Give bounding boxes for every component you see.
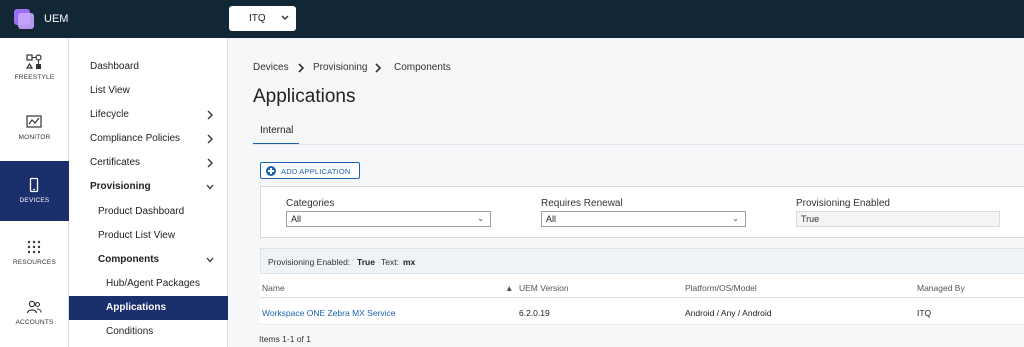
chevron-down-icon: ⌄ [732,214,739,223]
sort-ascending-icon[interactable]: ▲ [505,283,513,293]
rail-item-label: ACCOUNTS [15,319,54,326]
chevron-down-icon [281,15,289,20]
main-content: Devices Provisioning Components Applicat… [228,38,1024,347]
page-title: Applications [253,86,356,107]
rail-item-label: RESOURCES [13,259,56,266]
app-name: UEM [44,13,69,25]
chevron-down-icon: ⌄ [477,214,484,223]
chevron-right-icon [207,134,213,144]
breadcrumb-devices[interactable]: Devices [253,62,289,73]
requires-renewal-filter-label: Requires Renewal [541,198,623,209]
categories-select-value: All [291,214,302,224]
filter-summary-value: mx [403,257,416,267]
categories-filter-label: Categories [286,198,335,209]
resources-icon [27,240,41,254]
nav-item-list-view[interactable]: List View [69,79,228,103]
nav-item-label: Applications [106,302,167,313]
nav-item-lifecycle[interactable]: Lifecycle [69,103,228,127]
freestyle-icon [26,54,42,69]
nav-item-hub-agent-packages[interactable]: Hub/Agent Packages [69,272,228,296]
chevron-right-icon [298,63,305,73]
organization-group-select[interactable]: ITQ [229,6,296,31]
filter-summary-value: True [357,257,375,267]
nav-item-compliance-policies[interactable]: Compliance Policies [69,127,228,151]
nav-item-label: Hub/Agent Packages [106,278,200,289]
active-filter-summary: Provisioning Enabled: True Text: mx [260,248,1024,274]
tab-internal[interactable]: Internal [253,123,299,145]
applications-grid: Name ▲ UEM Version Platform/OS/Model Man… [260,274,1024,326]
nav-item-label: List View [90,85,130,96]
nav-item-label: Components [98,254,160,265]
chevron-right-icon [207,110,213,120]
secondary-nav: Dashboard List View Lifecycle Compliance… [69,38,228,347]
nav-item-components[interactable]: Components [69,248,228,272]
breadcrumb-provisioning[interactable]: Provisioning [313,62,367,73]
nav-item-label: Product Dashboard [98,206,185,217]
nav-item-label: Compliance Policies [90,133,181,144]
nav-item-label: Lifecycle [90,109,129,120]
nav-item-label: Certificates [90,157,141,168]
add-application-label: ADD APPLICATION [281,166,351,176]
rail-item-label: FREESTYLE [14,74,55,81]
add-application-button[interactable]: ADD APPLICATION [260,162,360,179]
nav-item-label: Product List View [98,230,176,241]
items-count: Items 1-1 of 1 [259,334,311,344]
provisioning-enabled-value: True [801,214,820,224]
rail-item-label: DEVICES [19,197,50,204]
devices-icon [29,177,39,193]
chevron-down-icon [206,257,214,263]
application-name-link[interactable]: Workspace ONE Zebra MX Service [262,308,396,318]
chevron-right-icon [207,158,213,168]
categories-select[interactable]: All ⌄ [286,211,491,227]
uem-version-cell: 6.2.0.19 [519,308,550,318]
column-header-platform[interactable]: Platform/OS/Model [685,283,757,293]
breadcrumb-components[interactable]: Components [394,62,451,73]
filter-panel: Categories All ⌄ Requires Renewal All ⌄ … [260,186,1024,238]
nav-item-label: Conditions [106,326,154,337]
rail-item-devices[interactable]: DEVICES [0,161,69,221]
filter-summary-key: Text: [381,257,399,267]
filter-summary-key: Provisioning Enabled: [268,257,351,267]
nav-item-label: Dashboard [90,61,139,72]
rail-item-freestyle[interactable]: FREESTYLE [0,38,69,98]
table-row: Workspace ONE Zebra MX Service 6.2.0.19 … [260,299,1024,325]
nav-item-provisioning[interactable]: Provisioning [69,175,228,199]
requires-renewal-select-value: All [546,214,557,224]
monitor-icon [26,115,42,128]
tab-label: Internal [260,125,294,136]
provisioning-enabled-filter-label: Provisioning Enabled [796,198,890,209]
primary-nav-rail: FREESTYLE MONITOR DEVICES RESOURCES ACCO… [0,38,69,347]
nav-item-label: Provisioning [90,181,151,192]
nav-item-applications[interactable]: Applications [69,296,228,320]
rail-item-resources[interactable]: RESOURCES [0,223,69,283]
provisioning-enabled-field: True [796,211,1000,227]
organization-group-value: ITQ [249,13,266,24]
nav-item-conditions[interactable]: Conditions [69,320,228,344]
tabs-divider [253,144,1024,145]
plus-circle-icon [266,166,276,176]
managed-by-cell: ITQ [917,308,932,318]
platform-cell: Android / Any / Android [685,308,772,318]
nav-item-dashboard[interactable]: Dashboard [69,55,228,79]
requires-renewal-select[interactable]: All ⌄ [541,211,746,227]
rail-item-monitor[interactable]: MONITOR [0,98,69,158]
top-bar: UEM ITQ [0,0,1024,38]
grid-header: Name ▲ UEM Version Platform/OS/Model Man… [260,274,1024,298]
column-header-managed-by[interactable]: Managed By [917,283,965,293]
uem-logo-icon[interactable] [14,9,36,29]
chevron-right-icon [375,63,382,73]
rail-item-accounts[interactable]: ACCOUNTS [0,283,69,343]
nav-item-certificates[interactable]: Certificates [69,151,228,175]
column-header-name[interactable]: Name [262,283,285,293]
column-header-uem-version[interactable]: UEM Version [519,283,569,293]
nav-item-product-dashboard[interactable]: Product Dashboard [69,200,228,224]
nav-item-product-list-view[interactable]: Product List View [69,224,228,248]
chevron-down-icon [206,184,214,190]
rail-item-label: MONITOR [18,134,51,141]
accounts-icon [26,300,42,314]
